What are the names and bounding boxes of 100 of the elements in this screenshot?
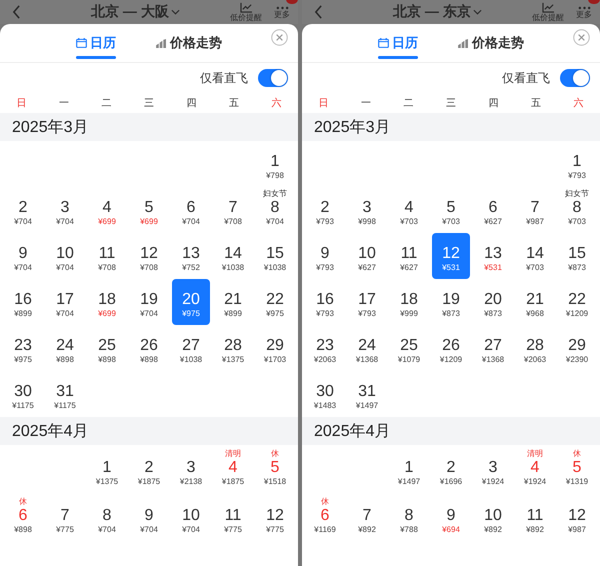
date-cell[interactable]: 29 ¥2390 [558, 325, 596, 371]
date-cell[interactable]: 16 ¥899 [4, 279, 42, 325]
direct-only-switch[interactable] [560, 69, 590, 87]
date-cell[interactable]: 11 ¥708 [88, 233, 126, 279]
price-alert-label[interactable]: 低价提醒 [532, 13, 564, 22]
date-cell[interactable]: 5 ¥699 [130, 187, 168, 233]
date-cell[interactable]: 3 ¥704 [46, 187, 84, 233]
date-cell[interactable]: 18 ¥999 [390, 279, 428, 325]
date-cell[interactable]: 30 ¥1175 [4, 371, 42, 417]
date-cell[interactable]: 7 ¥708 [214, 187, 252, 233]
date-cell[interactable]: 2 ¥704 [4, 187, 42, 233]
date-cell[interactable]: 28 ¥1375 [214, 325, 252, 371]
date-cell[interactable]: 19 ¥704 [130, 279, 168, 325]
date-cell[interactable]: 11 ¥775 [214, 493, 252, 541]
date-cell[interactable]: 10 ¥704 [46, 233, 84, 279]
date-cell[interactable]: 休 6 ¥1169 [306, 493, 344, 541]
date-cell[interactable]: 4 ¥703 [390, 187, 428, 233]
date-cell[interactable]: 4 ¥699 [88, 187, 126, 233]
date-cell[interactable]: 14 ¥703 [516, 233, 554, 279]
date-cell[interactable]: 12 ¥531 [432, 233, 470, 279]
date-cell[interactable]: 10 ¥627 [348, 233, 386, 279]
more-icon[interactable] [276, 6, 288, 10]
date-cell[interactable]: 26 ¥1209 [432, 325, 470, 371]
date-cell[interactable]: 22 ¥975 [256, 279, 294, 325]
date-cell[interactable]: 6 ¥704 [172, 187, 210, 233]
more-label[interactable]: 更多 [576, 10, 592, 18]
date-cell[interactable]: 15 ¥873 [558, 233, 596, 279]
date-cell[interactable]: 30 ¥1483 [306, 371, 344, 417]
date-cell[interactable]: 25 ¥898 [88, 325, 126, 371]
date-cell[interactable]: 19 ¥873 [432, 279, 470, 325]
back-icon[interactable] [314, 5, 323, 19]
date-cell[interactable]: 21 ¥899 [214, 279, 252, 325]
date-cell[interactable]: 10 ¥704 [172, 493, 210, 541]
date-cell[interactable]: 31 ¥1497 [348, 371, 386, 417]
date-cell[interactable]: 20 ¥873 [474, 279, 512, 325]
direct-only-switch[interactable] [258, 69, 288, 87]
date-cell[interactable]: 休 5 ¥1319 [558, 445, 596, 493]
date-cell[interactable]: 10 ¥892 [474, 493, 512, 541]
chevron-down-icon[interactable] [472, 9, 482, 15]
chart-icon[interactable] [240, 2, 252, 13]
date-cell[interactable]: 1 ¥1497 [390, 445, 428, 493]
date-cell[interactable]: 9 ¥704 [130, 493, 168, 541]
date-cell[interactable]: 7 ¥775 [46, 493, 84, 541]
date-cell[interactable]: 14 ¥1038 [214, 233, 252, 279]
chevron-down-icon[interactable] [170, 9, 180, 15]
date-cell[interactable]: 9 ¥704 [4, 233, 42, 279]
date-cell[interactable]: 9 ¥694 [432, 493, 470, 541]
price-alert-label[interactable]: 低价提醒 [230, 13, 262, 22]
date-cell[interactable]: 13 ¥752 [172, 233, 210, 279]
date-cell[interactable]: 15 ¥1038 [256, 233, 294, 279]
date-cell[interactable]: 6 ¥627 [474, 187, 512, 233]
date-cell[interactable]: 26 ¥898 [130, 325, 168, 371]
date-cell[interactable]: 妇女节 8 ¥704 [256, 187, 294, 233]
more-label[interactable]: 更多 [274, 10, 290, 18]
date-cell[interactable]: 20 ¥975 [172, 279, 210, 325]
tab[interactable]: 日历 [378, 24, 418, 62]
date-cell[interactable]: 17 ¥704 [46, 279, 84, 325]
tab[interactable]: 日历 [76, 24, 116, 62]
date-cell[interactable]: 9 ¥793 [306, 233, 344, 279]
date-cell[interactable]: 3 ¥998 [348, 187, 386, 233]
date-cell[interactable]: 2 ¥1875 [130, 445, 168, 493]
date-cell[interactable]: 13 ¥531 [474, 233, 512, 279]
date-cell[interactable]: 7 ¥987 [516, 187, 554, 233]
date-cell[interactable]: 28 ¥2063 [516, 325, 554, 371]
date-cell[interactable]: 24 ¥898 [46, 325, 84, 371]
date-cell[interactable]: 1 ¥798 [256, 141, 294, 187]
date-cell[interactable]: 12 ¥987 [558, 493, 596, 541]
date-cell[interactable]: 妇女节 8 ¥703 [558, 187, 596, 233]
date-cell[interactable]: 5 ¥703 [432, 187, 470, 233]
date-cell[interactable]: 3 ¥1924 [474, 445, 512, 493]
date-cell[interactable]: 27 ¥1038 [172, 325, 210, 371]
date-cell[interactable]: 27 ¥1368 [474, 325, 512, 371]
date-cell[interactable]: 24 ¥1368 [348, 325, 386, 371]
date-cell[interactable]: 清明 4 ¥1875 [214, 445, 252, 493]
date-cell[interactable]: 8 ¥788 [390, 493, 428, 541]
tab[interactable]: 价格走势 [458, 24, 524, 62]
close-icon[interactable] [271, 29, 288, 46]
date-cell[interactable]: 休 5 ¥1518 [256, 445, 294, 493]
chart-icon[interactable] [542, 2, 554, 13]
date-cell[interactable]: 7 ¥892 [348, 493, 386, 541]
date-cell[interactable]: 21 ¥968 [516, 279, 554, 325]
date-cell[interactable]: 31 ¥1175 [46, 371, 84, 417]
date-cell[interactable]: 清明 4 ¥1924 [516, 445, 554, 493]
date-cell[interactable]: 25 ¥1079 [390, 325, 428, 371]
date-cell[interactable]: 11 ¥627 [390, 233, 428, 279]
back-icon[interactable] [12, 5, 21, 19]
date-cell[interactable]: 8 ¥704 [88, 493, 126, 541]
date-cell[interactable]: 18 ¥699 [88, 279, 126, 325]
date-cell[interactable]: 29 ¥1703 [256, 325, 294, 371]
date-cell[interactable]: 17 ¥793 [348, 279, 386, 325]
date-cell[interactable]: 22 ¥1209 [558, 279, 596, 325]
date-cell[interactable]: 23 ¥975 [4, 325, 42, 371]
date-cell[interactable]: 12 ¥708 [130, 233, 168, 279]
date-cell[interactable]: 23 ¥2063 [306, 325, 344, 371]
more-icon[interactable] [578, 6, 590, 10]
date-cell[interactable]: 休 6 ¥898 [4, 493, 42, 541]
date-cell[interactable]: 3 ¥2138 [172, 445, 210, 493]
date-cell[interactable]: 16 ¥793 [306, 279, 344, 325]
date-cell[interactable]: 12 ¥775 [256, 493, 294, 541]
date-cell[interactable]: 2 ¥1696 [432, 445, 470, 493]
